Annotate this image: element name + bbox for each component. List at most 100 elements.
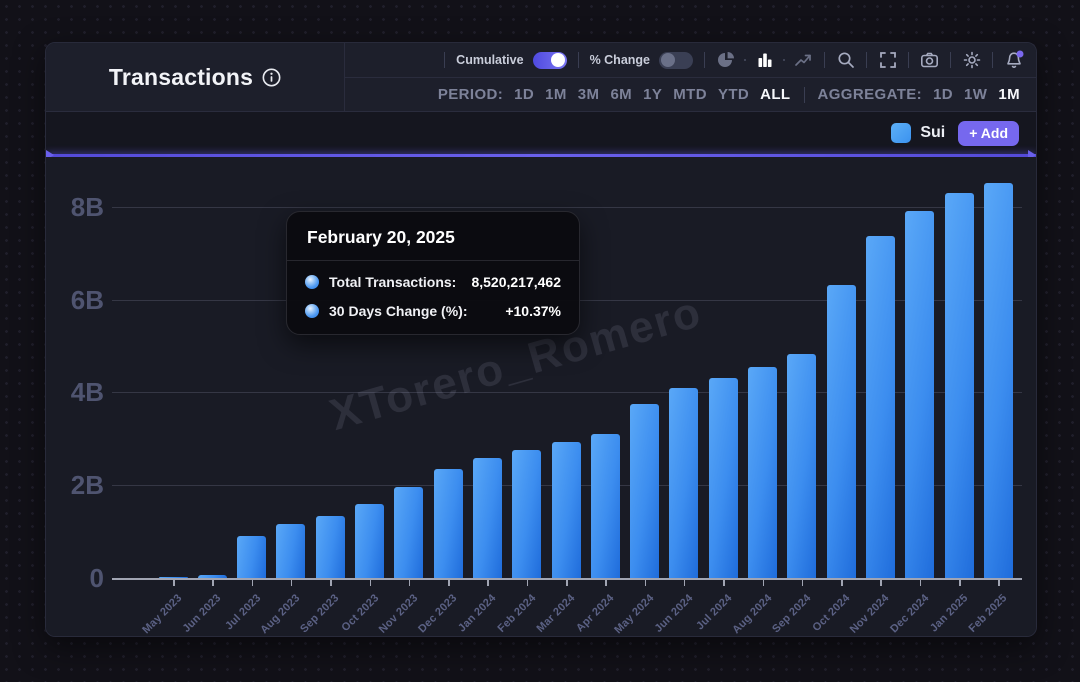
- period-option-mtd[interactable]: MTD: [673, 86, 707, 103]
- bar-aug-2023[interactable]: [276, 524, 305, 578]
- x-axis-tick: [880, 580, 882, 586]
- period-option-1y[interactable]: 1Y: [643, 86, 662, 103]
- x-axis-tick: [920, 580, 922, 586]
- x-axis-tick: [448, 580, 450, 586]
- transactions-panel: Transactions Cumulative % Change: [45, 42, 1037, 637]
- x-axis-tick: [487, 580, 489, 586]
- percent-change-toggle[interactable]: [659, 52, 693, 69]
- tooltip-row-label: 30 Days Change (%):: [329, 303, 467, 319]
- bar-apr-2024[interactable]: [591, 434, 620, 578]
- toolbar: Cumulative % Change: [345, 43, 1036, 78]
- bar-chart: XTorero_Romero February 20, 2025 Total T…: [46, 157, 1037, 637]
- legend-row: Sui + Add: [46, 112, 1036, 154]
- bar-feb-2024[interactable]: [512, 450, 541, 578]
- bar-oct-2023[interactable]: [355, 504, 384, 578]
- bar-dec-2024[interactable]: [905, 211, 934, 578]
- tooltip-row-label: Total Transactions:: [329, 274, 456, 290]
- x-axis-tick: [802, 580, 804, 586]
- period-option-all[interactable]: ALL: [760, 86, 790, 103]
- x-axis-tick: [723, 580, 725, 586]
- bar-dec-2023[interactable]: [434, 469, 463, 578]
- bar-nov-2023[interactable]: [394, 487, 423, 578]
- x-axis-tick: [841, 580, 843, 586]
- y-axis-label: 6B: [52, 287, 104, 313]
- x-axis-tick: [959, 580, 961, 586]
- aggregate-option-1w[interactable]: 1W: [964, 86, 987, 103]
- x-axis-tick: [330, 580, 332, 586]
- divider: [992, 52, 993, 68]
- series-swatch-sui[interactable]: [891, 123, 911, 143]
- period-caption: PERIOD:: [438, 86, 503, 103]
- bar-nov-2024[interactable]: [866, 236, 895, 578]
- bar-jun-2023[interactable]: [198, 575, 227, 578]
- series-label: Sui: [920, 124, 945, 142]
- x-axis-tick: [527, 580, 529, 586]
- bar-feb-2025[interactable]: [984, 183, 1013, 578]
- x-axis-tick: [998, 580, 1000, 586]
- x-axis-tick: [566, 580, 568, 586]
- cumulative-toggle[interactable]: [533, 52, 567, 69]
- notification-dot: [1016, 50, 1024, 58]
- gridline: [112, 207, 1022, 208]
- bar-sep-2023[interactable]: [316, 516, 345, 578]
- bar-oct-2024[interactable]: [827, 285, 856, 578]
- y-axis-label: 8B: [52, 194, 104, 220]
- page-title: Transactions: [109, 64, 253, 91]
- tooltip-row-value: +10.37%: [505, 303, 561, 319]
- aggregate-option-1d[interactable]: 1D: [933, 86, 953, 103]
- divider: [908, 52, 909, 68]
- x-axis-tick: [684, 580, 686, 586]
- title-cell: Transactions: [46, 43, 345, 111]
- bar-jun-2024[interactable]: [669, 388, 698, 578]
- aggregate-option-1m[interactable]: 1M: [998, 86, 1020, 103]
- y-axis-label: 0: [52, 565, 104, 591]
- info-icon[interactable]: [262, 68, 281, 87]
- toggle-knob: [661, 53, 675, 67]
- series-bullet-icon: [305, 304, 319, 318]
- bar-may-2024[interactable]: [630, 404, 659, 578]
- toggle-knob: [551, 53, 565, 67]
- divider: [866, 52, 867, 68]
- period-option-1d[interactable]: 1D: [514, 86, 534, 103]
- cumulative-toggle-label: Cumulative: [456, 53, 523, 67]
- bar-jan-2025[interactable]: [945, 193, 974, 578]
- search-icon[interactable]: [836, 51, 855, 70]
- x-axis-tick: [252, 580, 254, 586]
- period-option-6m[interactable]: 6M: [610, 86, 632, 103]
- percent-change-toggle-label: % Change: [590, 53, 650, 67]
- bar-sep-2024[interactable]: [787, 354, 816, 578]
- period-option-1m[interactable]: 1M: [545, 86, 567, 103]
- dot-separator: [744, 59, 746, 61]
- add-series-button[interactable]: + Add: [958, 121, 1019, 146]
- bar-jul-2023[interactable]: [237, 536, 266, 578]
- tooltip-row: Total Transactions: 8,520,217,462: [305, 274, 561, 290]
- tooltip-body: Total Transactions: 8,520,217,46230 Days …: [287, 261, 579, 334]
- bar-chart-icon[interactable]: [755, 51, 774, 70]
- line-chart-icon[interactable]: [794, 51, 813, 70]
- bar-may-2023[interactable]: [159, 577, 188, 578]
- dot-separator: [783, 59, 785, 61]
- bar-mar-2024[interactable]: [552, 442, 581, 578]
- bar-jul-2024[interactable]: [709, 378, 738, 578]
- period-option-3m[interactable]: 3M: [578, 86, 600, 103]
- tooltip-row-value: 8,520,217,462: [471, 274, 561, 290]
- divider: [950, 52, 951, 68]
- bar-jan-2024[interactable]: [473, 458, 502, 578]
- camera-icon[interactable]: [920, 51, 939, 70]
- pie-chart-icon[interactable]: [716, 51, 735, 70]
- divider: [824, 52, 825, 68]
- notification-bell-icon[interactable]: [1004, 51, 1023, 70]
- header-right: Cumulative % Change: [345, 43, 1036, 111]
- series-bullet-icon: [305, 275, 319, 289]
- bar-aug-2024[interactable]: [748, 367, 777, 578]
- period-option-ytd[interactable]: YTD: [718, 86, 749, 103]
- divider: [444, 52, 445, 68]
- y-axis-label: 2B: [52, 472, 104, 498]
- tooltip-date: February 20, 2025: [287, 212, 579, 261]
- x-axis-tick: [370, 580, 372, 586]
- x-axis-tick: [763, 580, 765, 586]
- divider: [704, 52, 705, 68]
- chart-tooltip: February 20, 2025 Total Transactions: 8,5…: [286, 211, 580, 335]
- settings-gear-icon[interactable]: [962, 51, 981, 70]
- fullscreen-icon[interactable]: [878, 51, 897, 70]
